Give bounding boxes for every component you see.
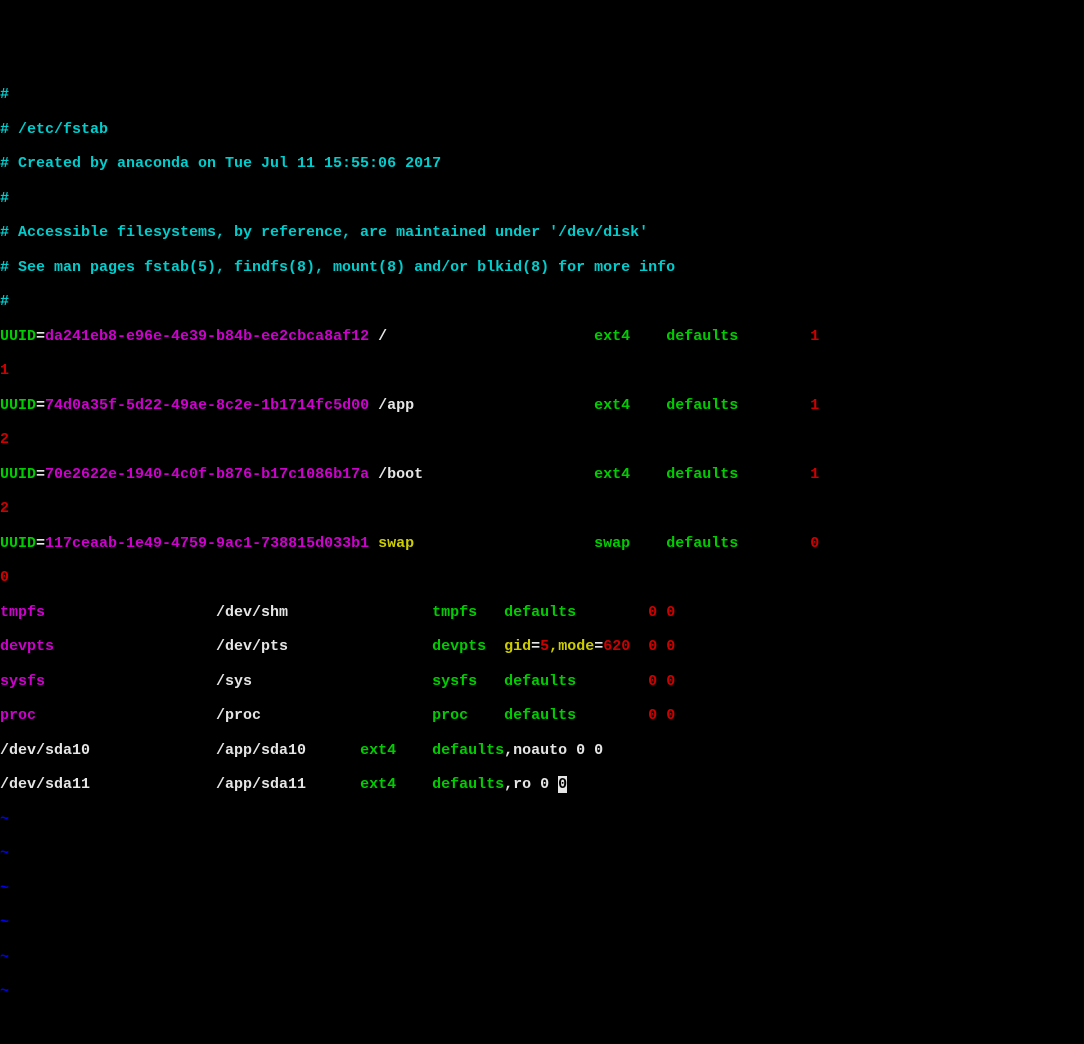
fstab-entry: UUID=70e2622e-1940-4c0f-b876-b17c1086b17…	[0, 466, 1084, 483]
fstab-entry: sysfs /sys sysfs defaults 0 0	[0, 673, 1084, 690]
tilde-line: ~	[0, 914, 1084, 931]
terminal-editor[interactable]: # # /etc/fstab # Created by anaconda on …	[0, 69, 1084, 1018]
fstab-entry: UUID=74d0a35f-5d22-49ae-8c2e-1b1714fc5d0…	[0, 397, 1084, 414]
tilde-line: ~	[0, 880, 1084, 897]
fstab-entry: devpts /dev/pts devpts gid=5,mode=620 0 …	[0, 638, 1084, 655]
tilde-line: ~	[0, 983, 1084, 1000]
fstab-entry: tmpfs /dev/shm tmpfs defaults 0 0	[0, 604, 1084, 621]
fstab-pass: 1	[0, 362, 1084, 379]
fstab-pass: 2	[0, 431, 1084, 448]
fstab-pass: 0	[0, 569, 1084, 586]
fstab-entry: proc /proc proc defaults 0 0	[0, 707, 1084, 724]
cursor: 0	[558, 776, 567, 793]
fstab-pass: 2	[0, 500, 1084, 517]
comment-line: # See man pages fstab(5), findfs(8), mou…	[0, 259, 1084, 276]
comment-line: #	[0, 190, 1084, 207]
tilde-line: ~	[0, 811, 1084, 828]
comment-line: #	[0, 86, 1084, 103]
fstab-entry: UUID=117ceaab-1e49-4759-9ac1-738815d033b…	[0, 535, 1084, 552]
tilde-line: ~	[0, 845, 1084, 862]
comment-line: # Accessible filesystems, by reference, …	[0, 224, 1084, 241]
comment-line: # /etc/fstab	[0, 121, 1084, 138]
fstab-entry: /dev/sda10 /app/sda10 ext4 defaults,noau…	[0, 742, 1084, 759]
comment-line: # Created by anaconda on Tue Jul 11 15:5…	[0, 155, 1084, 172]
comment-line: #	[0, 293, 1084, 310]
fstab-entry: /dev/sda11 /app/sda11 ext4 defaults,ro 0…	[0, 776, 1084, 793]
fstab-entry: UUID=da241eb8-e96e-4e39-b84b-ee2cbca8af1…	[0, 328, 1084, 345]
tilde-line: ~	[0, 949, 1084, 966]
